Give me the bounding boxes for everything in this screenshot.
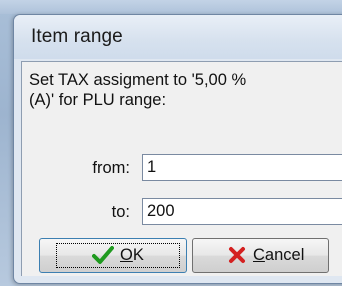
- cancel-button[interactable]: Cancel: [192, 238, 329, 273]
- title-bar[interactable]: Item range: [14, 15, 342, 59]
- to-label: to:: [111, 203, 130, 221]
- item-range-dialog: Item range Set TAX assigment to '5,00 % …: [13, 14, 342, 284]
- checkmark-icon: [92, 245, 114, 270]
- instruction-text: Set TAX assigment to '5,00 % (A)' for PL…: [29, 70, 342, 110]
- from-label: from:: [92, 159, 130, 177]
- desktop-screen: Item range Set TAX assigment to '5,00 % …: [0, 0, 342, 286]
- ok-button-label: OK: [120, 246, 144, 264]
- instruction-line-2: (A)' for PLU range:: [29, 91, 167, 109]
- from-input[interactable]: 1: [142, 154, 342, 181]
- instruction-line-1: Set TAX assigment to '5,00 %: [29, 71, 247, 89]
- from-value: 1: [147, 158, 157, 176]
- dialog-client-area: Set TAX assigment to '5,00 % (A)' for PL…: [21, 61, 342, 276]
- desktop-background-strip: [0, 0, 342, 14]
- red-x-icon: [228, 246, 246, 269]
- focus-rectangle: [56, 243, 180, 268]
- to-input[interactable]: 200: [142, 198, 342, 225]
- cancel-button-label: Cancel: [253, 246, 305, 264]
- ok-button[interactable]: OK: [39, 238, 187, 273]
- to-value: 200: [147, 202, 175, 220]
- window-title: Item range: [31, 26, 123, 47]
